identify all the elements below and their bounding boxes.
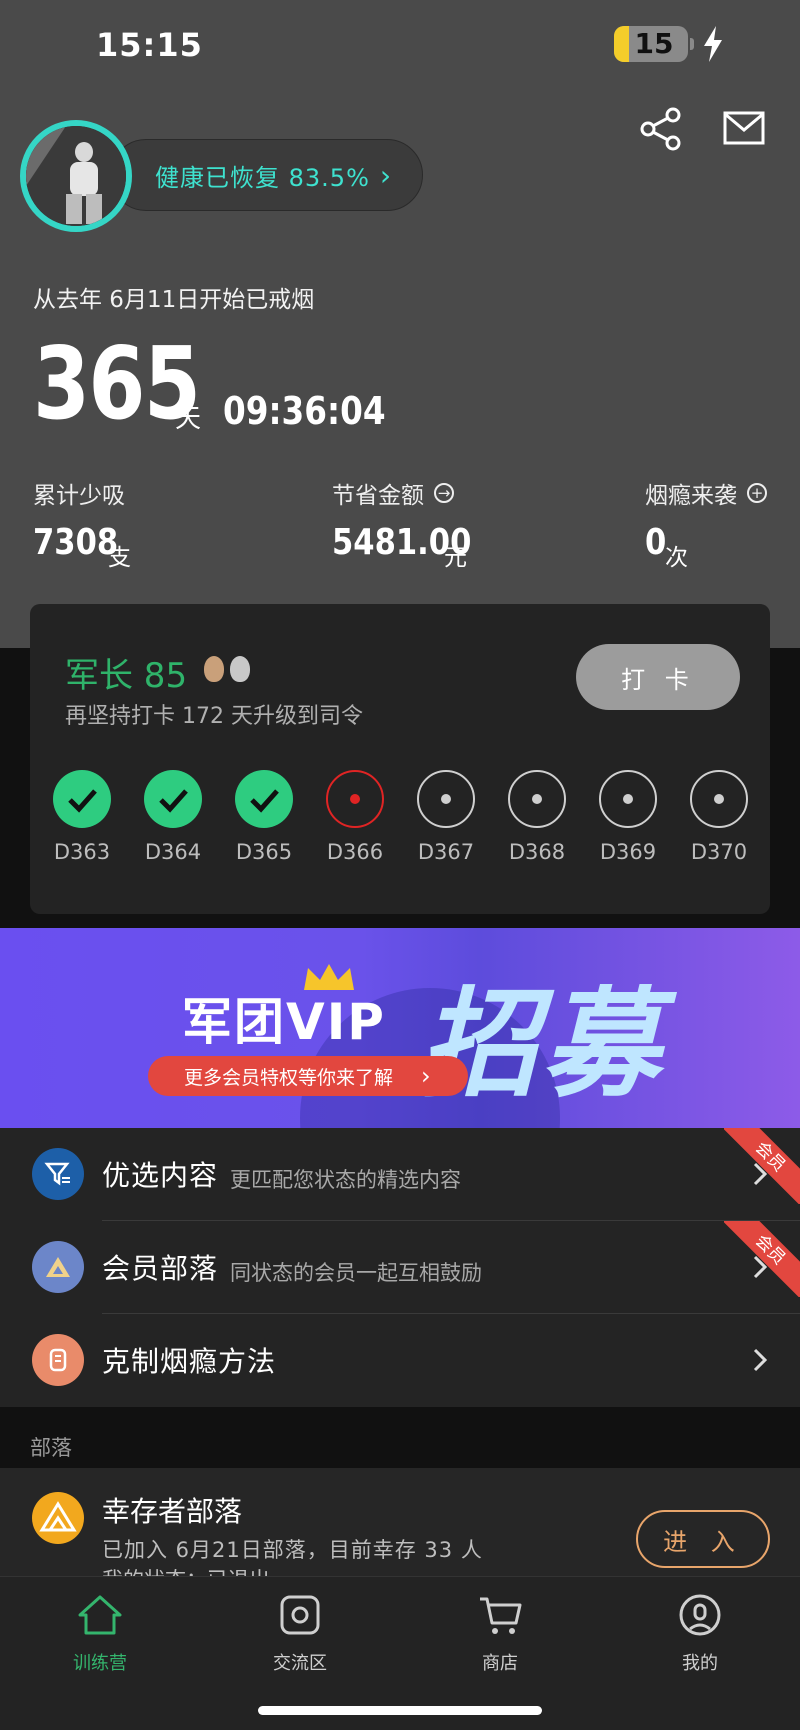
stat-unit-reduced: 支 [108, 545, 131, 571]
arrow-circle-icon[interactable]: → [434, 483, 454, 503]
day-item: D363 [52, 770, 112, 864]
quit-days-unit: 天 [175, 404, 202, 434]
banner-title: 军团VIP [182, 993, 386, 1051]
chevron-right-icon [753, 1348, 768, 1372]
user-icon [679, 1594, 721, 1636]
tribe-name: 幸存者部落 [102, 1495, 243, 1528]
stat-value-cravings: 0 [645, 522, 667, 563]
quit-since-text: 从去年 6月11日开始已戒烟 [33, 287, 315, 313]
stat-label-saved[interactable]: 节省金额 → [332, 476, 454, 510]
filter-icon [32, 1148, 84, 1200]
battery-indicator: 15 [614, 26, 688, 62]
stat-unit-saved: 元 [444, 545, 467, 571]
menu-item-desc: 同状态的会员一起互相鼓励 [230, 1261, 482, 1285]
tribe-description: 已加入 6月21日部落，目前幸存 33 人 [102, 1538, 483, 1562]
menu-item-craving-methods[interactable]: 克制烟瘾方法 [0, 1314, 800, 1407]
day-item: D364 [143, 770, 203, 864]
bronze-medal-icon [204, 656, 224, 682]
banner-pill-text: 更多会员特权等你来了解 [184, 1066, 394, 1089]
menu-item-member-tribe[interactable]: 会员部落 同状态的会员一起互相鼓励 会员 [0, 1221, 800, 1314]
chat-icon [280, 1595, 320, 1635]
stat-unit-cravings: 次 [665, 545, 688, 571]
banner-more-button[interactable]: 更多会员特权等你来了解 › [148, 1056, 468, 1096]
day-item-today: D366 [325, 770, 385, 864]
avatar-photo [26, 126, 126, 226]
avatar[interactable] [20, 120, 132, 232]
stat-label-cravings[interactable]: 烟瘾来袭 + [645, 476, 767, 510]
day-item: D368 [507, 770, 567, 864]
tab-me[interactable]: 我的 [640, 1591, 760, 1675]
vip-banner[interactable]: 招募 军团VIP 更多会员特权等你来了解 › [0, 928, 800, 1128]
menu-item-title: 优选内容 [102, 1159, 219, 1192]
day-item: D367 [416, 770, 476, 864]
status-time: 15:15 [96, 26, 203, 64]
stat-value-reduced: 7308 [33, 522, 119, 563]
pending-dot-icon [417, 770, 475, 828]
rank-subtitle: 再坚持打卡 172 天升级到司令 [65, 704, 363, 729]
member-badge: 会员 [724, 1221, 800, 1297]
pending-dot-icon [690, 770, 748, 828]
menu-item-title: 会员部落 [102, 1252, 219, 1285]
stat-label-reduced: 累计少吸 [33, 483, 125, 509]
home-icon [78, 1595, 122, 1635]
health-recovery-button[interactable]: 健康已恢复 83.5% › [110, 139, 423, 211]
day-item: D365 [234, 770, 294, 864]
pending-dot-icon [508, 770, 566, 828]
section-title-tribe: 部落 [30, 1436, 72, 1460]
member-badge: 会员 [724, 1128, 800, 1204]
check-icon [144, 770, 202, 828]
share-icon[interactable] [638, 106, 684, 152]
tab-community[interactable]: 交流区 [240, 1591, 360, 1675]
survivor-tribe-icon [32, 1492, 84, 1544]
battery-level: 15 [634, 27, 674, 60]
tribe-card[interactable]: 幸存者部落 已加入 6月21日部落，目前幸存 33 人 我的状态：已退出 进 入 [0, 1468, 800, 1592]
check-icon [235, 770, 293, 828]
menu-item-desc: 更匹配您状态的精选内容 [230, 1168, 461, 1192]
enter-tribe-button[interactable]: 进 入 [636, 1510, 770, 1568]
tribe-icon [32, 1241, 84, 1293]
method-icon [32, 1334, 84, 1386]
health-recovery-text: 健康已恢复 83.5% [155, 163, 370, 192]
chevron-right-icon: › [421, 1062, 431, 1090]
today-dot-icon [326, 770, 384, 828]
rank-card: 军长 85 再坚持打卡 172 天升级到司令 打 卡 D363 D364 D36… [30, 604, 770, 914]
menu-item-title: 克制烟瘾方法 [102, 1345, 277, 1378]
silver-medal-icon [230, 656, 250, 682]
menu-item-curated-content[interactable]: 优选内容 更匹配您状态的精选内容 会员 [0, 1128, 800, 1221]
checkin-button[interactable]: 打 卡 [576, 644, 740, 710]
chevron-right-icon: › [379, 158, 393, 192]
feature-menu: 优选内容 更匹配您状态的精选内容 会员 会员部落 同状态的会员一起互相鼓励 会员… [0, 1128, 800, 1407]
tab-training-camp[interactable]: 训练营 [40, 1591, 160, 1675]
home-indicator [258, 1706, 542, 1715]
tab-store[interactable]: 商店 [440, 1591, 560, 1675]
pending-dot-icon [599, 770, 657, 828]
quit-timer: 09:36:04 [223, 389, 386, 433]
check-icon [53, 770, 111, 828]
charging-bolt-icon [704, 26, 722, 62]
mail-icon[interactable] [722, 108, 766, 148]
plus-circle-icon[interactable]: + [747, 483, 767, 503]
cart-icon [480, 1597, 522, 1634]
battery-tip [690, 38, 694, 50]
day-item: D370 [689, 770, 749, 864]
day-item: D369 [598, 770, 658, 864]
rank-title: 军长 85 [65, 656, 188, 696]
